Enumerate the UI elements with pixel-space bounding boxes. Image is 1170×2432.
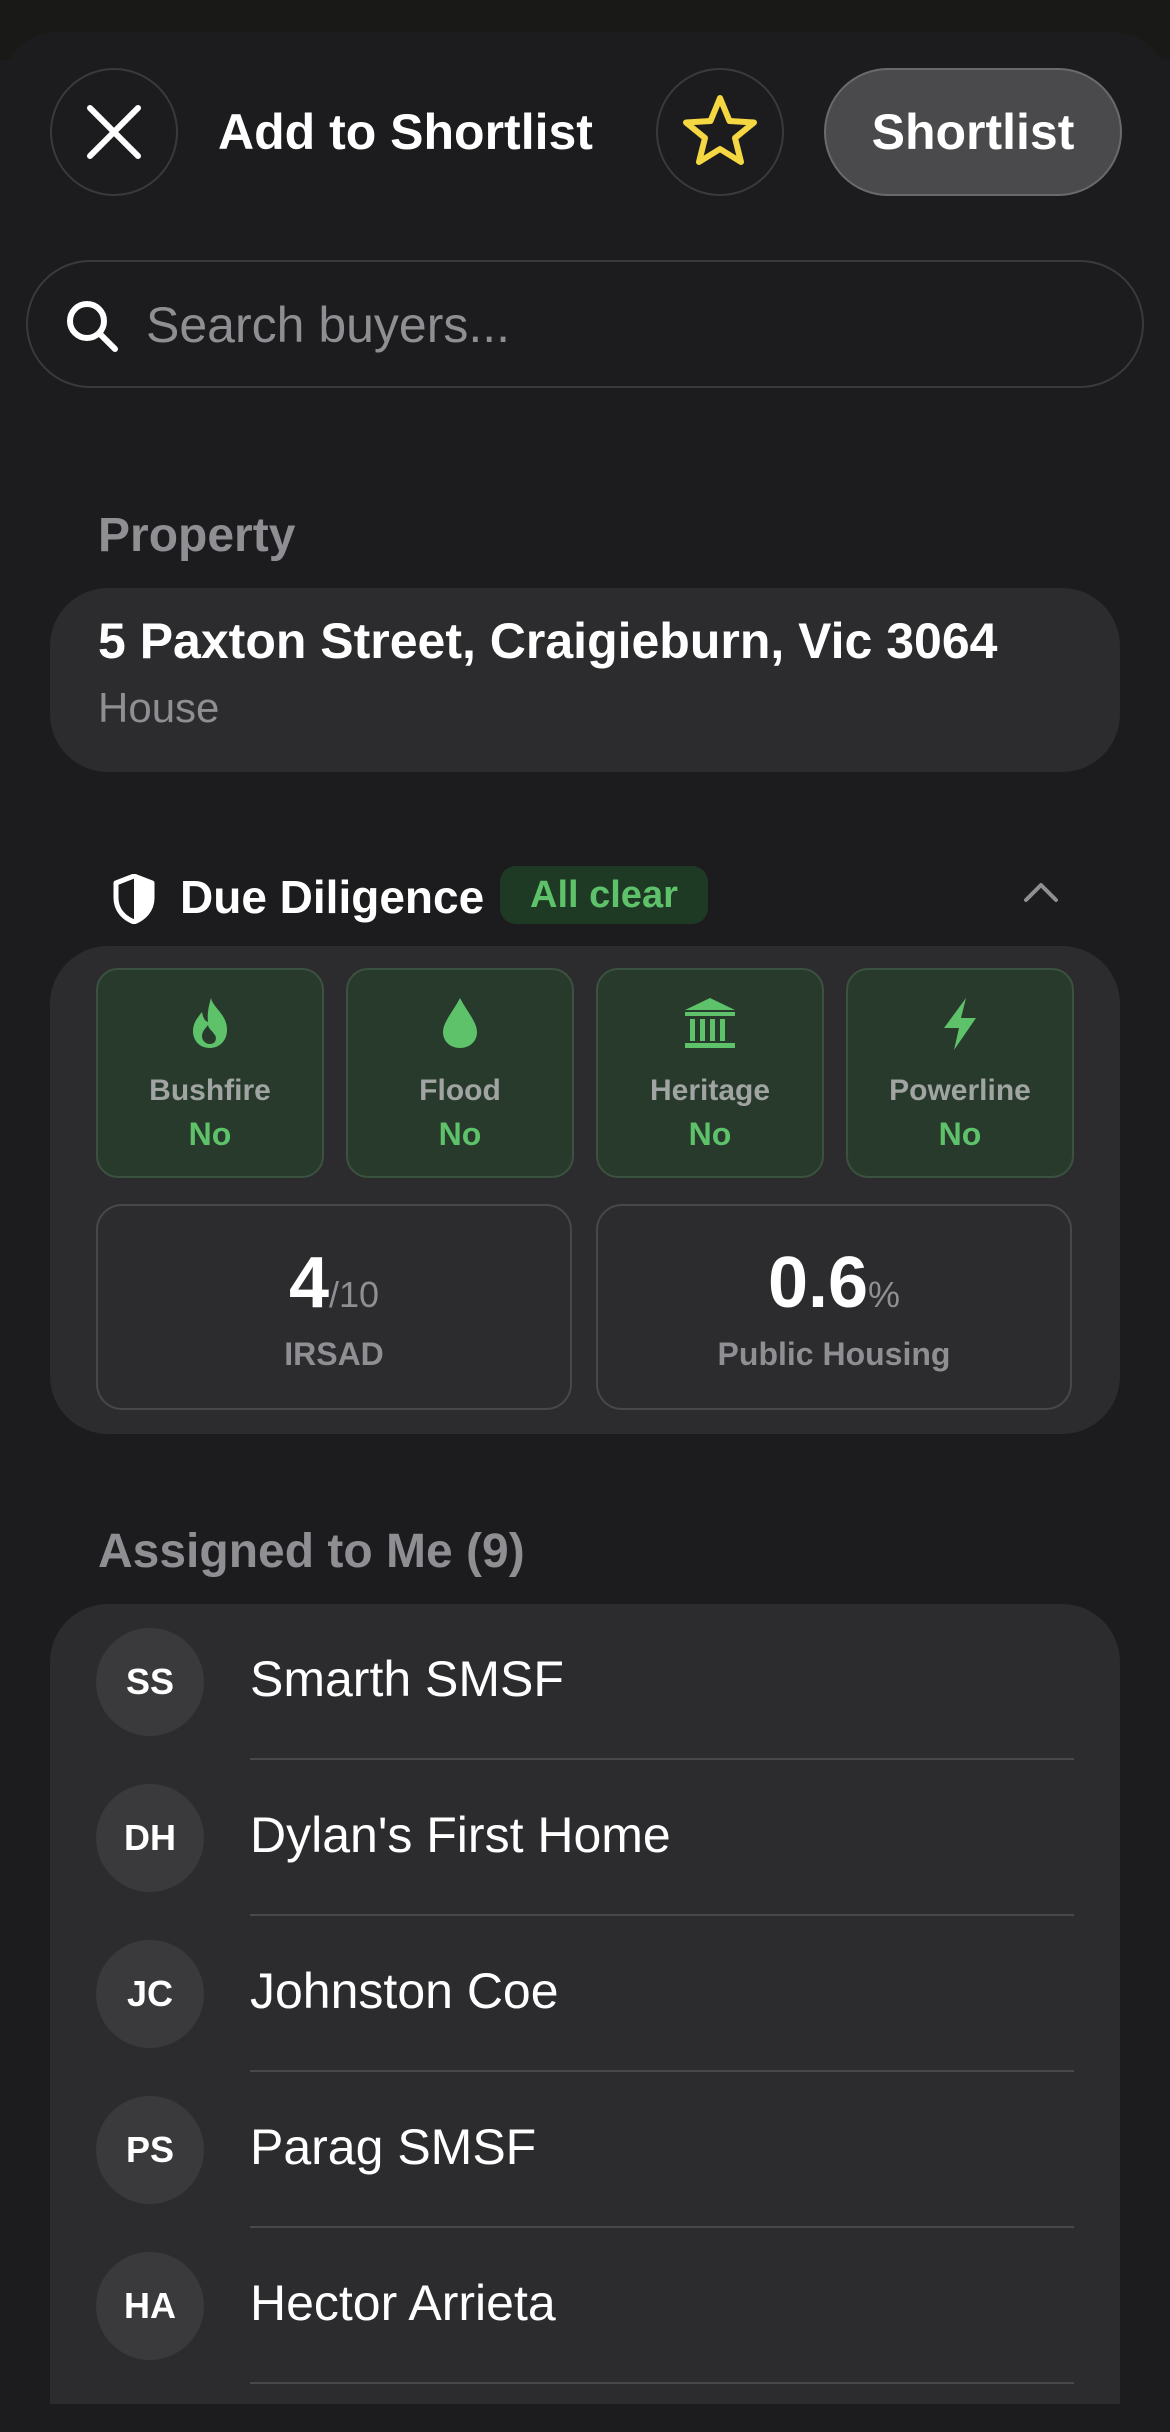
- list-item[interactable]: PS Parag SMSF: [50, 2072, 1120, 2228]
- buyers-list: SS Smarth SMSF DH Dylan's First Home JC …: [50, 1604, 1120, 2404]
- search-bar[interactable]: [26, 260, 1144, 388]
- buyer-name: Parag SMSF: [250, 2119, 537, 2175]
- risk-value: No: [688, 1116, 732, 1152]
- property-address: 5 Paxton Street, Craigieburn, Vic 3064: [98, 613, 998, 669]
- risk-tile-powerline: Powerline No: [846, 968, 1074, 1178]
- metric-value: 0.6: [767, 1243, 869, 1323]
- avatar: DH: [96, 1784, 204, 1892]
- list-item[interactable]: JC Johnston Coe: [50, 1916, 1120, 2072]
- assigned-section-label: Assigned to Me (9): [98, 1525, 525, 1578]
- shortlist-button[interactable]: Shortlist: [824, 68, 1122, 196]
- shield-icon: [113, 874, 155, 924]
- risk-value: No: [188, 1116, 232, 1152]
- property-card[interactable]: 5 Paxton Street, Craigieburn, Vic 3064 H…: [50, 588, 1120, 772]
- sheet-title: Add to Shortlist: [218, 104, 593, 160]
- due-diligence-panel: Bushfire No Flood No Heritage No Powerli…: [50, 946, 1120, 1434]
- fire-icon: [193, 998, 227, 1048]
- metric-suffix: %: [868, 1274, 901, 1315]
- droplet-icon: [443, 998, 477, 1048]
- metric-value: 4: [288, 1243, 329, 1323]
- lightning-bolt-icon: [944, 998, 976, 1050]
- favorite-star-button[interactable]: [656, 68, 784, 196]
- due-diligence-title: Due Diligence: [180, 871, 485, 923]
- list-item[interactable]: SS Smarth SMSF: [50, 1604, 1120, 1760]
- avatar: HA: [96, 2252, 204, 2360]
- risk-name: Bushfire: [149, 1074, 271, 1107]
- risk-tile-flood: Flood No: [346, 968, 574, 1178]
- search-input[interactable]: [144, 282, 1108, 368]
- search-icon: [67, 301, 118, 352]
- list-item[interactable]: HA Hector Arrieta: [50, 2228, 1120, 2384]
- metric-tile-irsad: 4/10 IRSAD: [96, 1204, 572, 1410]
- metric-label: IRSAD: [284, 1336, 384, 1372]
- risk-value: No: [438, 1116, 482, 1152]
- metric-tile-public-housing: 0.6% Public Housing: [596, 1204, 1072, 1410]
- risk-value: No: [938, 1116, 982, 1152]
- property-type: House: [98, 684, 220, 731]
- buyer-name: Hector Arrieta: [250, 2275, 556, 2331]
- avatar: JC: [96, 1940, 204, 2048]
- property-section-label: Property: [98, 509, 296, 562]
- avatar: SS: [96, 1628, 204, 1736]
- buyer-name: Smarth SMSF: [250, 1651, 564, 1707]
- avatar: PS: [96, 2096, 204, 2204]
- buyer-name: Dylan's First Home: [250, 1807, 671, 1863]
- risk-tile-bushfire: Bushfire No: [96, 968, 324, 1178]
- list-item[interactable]: DH Dylan's First Home: [50, 1760, 1120, 1916]
- close-icon: [87, 105, 141, 159]
- heritage-building-icon: [685, 998, 735, 1048]
- risk-name: Heritage: [649, 1074, 771, 1107]
- risk-tile-heritage: Heritage No: [596, 968, 824, 1178]
- due-diligence-header[interactable]: Due Diligence All clear: [112, 866, 1062, 930]
- risk-name: Powerline: [889, 1074, 1031, 1107]
- status-badge: All clear: [500, 866, 708, 924]
- star-icon: [683, 95, 757, 165]
- divider: [250, 2382, 1074, 2384]
- close-button[interactable]: [50, 68, 178, 196]
- metric-suffix: /10: [329, 1274, 380, 1315]
- metric-label: Public Housing: [717, 1336, 951, 1372]
- buyer-name: Johnston Coe: [250, 1963, 559, 2019]
- chevron-up-icon[interactable]: [1022, 880, 1060, 904]
- risk-name: Flood: [419, 1074, 501, 1107]
